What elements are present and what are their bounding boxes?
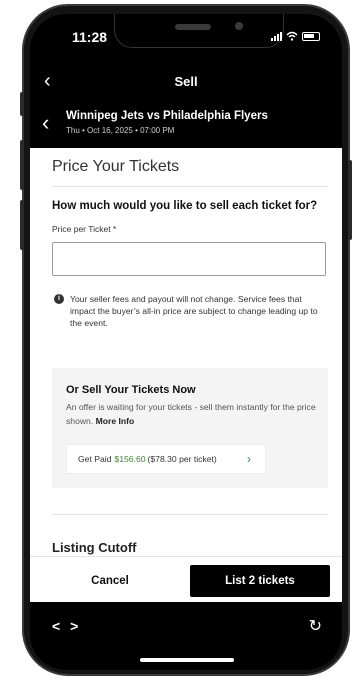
refresh-icon[interactable]: ↻ — [309, 616, 322, 636]
fee-note: Your seller fees and payout will not cha… — [70, 294, 318, 328]
instant-offer-box: Or Sell Your Tickets Now An offer is wai… — [52, 368, 328, 488]
browser-toolbar: < > ↻ — [30, 604, 342, 670]
price-per-ticket-input[interactable] — [52, 242, 326, 276]
title-divider — [52, 186, 328, 187]
volume-up-button — [20, 140, 24, 190]
action-bar: Cancel List 2 tickets — [30, 556, 342, 602]
get-paid-button[interactable]: Get Paid $156.60 ($78.30 per ticket) › — [66, 444, 266, 474]
more-info-link[interactable]: More Info — [96, 416, 135, 426]
get-paid-label: Get Paid — [78, 454, 112, 464]
power-button — [348, 160, 352, 240]
sell-content[interactable]: Price Your Tickets How much would you li… — [30, 148, 342, 556]
status-icons — [271, 31, 320, 41]
battery-icon — [302, 31, 320, 41]
wifi-icon — [286, 31, 298, 41]
volume-down-button — [20, 200, 24, 250]
header-title: Sell — [174, 74, 198, 89]
cancel-button[interactable]: Cancel — [48, 565, 172, 597]
offer-title: Or Sell Your Tickets Now — [66, 384, 196, 396]
event-date: Thu • Oct 16, 2025 • 07:00 PM — [66, 126, 175, 135]
price-field-label: Price per Ticket * — [52, 224, 117, 234]
page-title: Price Your Tickets — [52, 158, 180, 175]
notch — [114, 14, 284, 48]
signal-icon — [271, 31, 282, 41]
info-icon: i — [54, 294, 64, 304]
camera-icon — [235, 22, 243, 30]
event-bar: ‹ Winnipeg Jets vs Philadelphia Flyers T… — [30, 104, 342, 148]
event-title: Winnipeg Jets vs Philadelphia Flyers — [66, 110, 268, 122]
phone-screen: 11:28 ‹ Sell ‹ Winnipeg Jets vs Philadel… — [30, 14, 342, 670]
status-time: 11:28 — [72, 29, 108, 45]
browser-nav-arrows-icon[interactable]: < > — [52, 618, 81, 634]
per-ticket-amount: ($78.30 per ticket) — [147, 454, 217, 464]
paid-amount: $156.60 — [114, 454, 146, 464]
listing-cutoff-title: Listing Cutoff — [52, 540, 137, 555]
event-back-icon[interactable]: ‹ — [42, 110, 49, 136]
status-bar: 11:28 — [30, 14, 342, 62]
home-indicator[interactable] — [140, 658, 234, 662]
speaker-icon — [175, 24, 211, 30]
price-question: How much would you like to sell each tic… — [52, 200, 318, 212]
app-header: ‹ Sell — [30, 62, 342, 104]
offer-description: An offer is waiting for your tickets - s… — [66, 400, 316, 428]
chevron-right-icon: › — [247, 452, 251, 466]
mute-switch — [20, 92, 24, 116]
section-divider — [52, 514, 328, 515]
list-tickets-button[interactable]: List 2 tickets — [190, 565, 330, 597]
